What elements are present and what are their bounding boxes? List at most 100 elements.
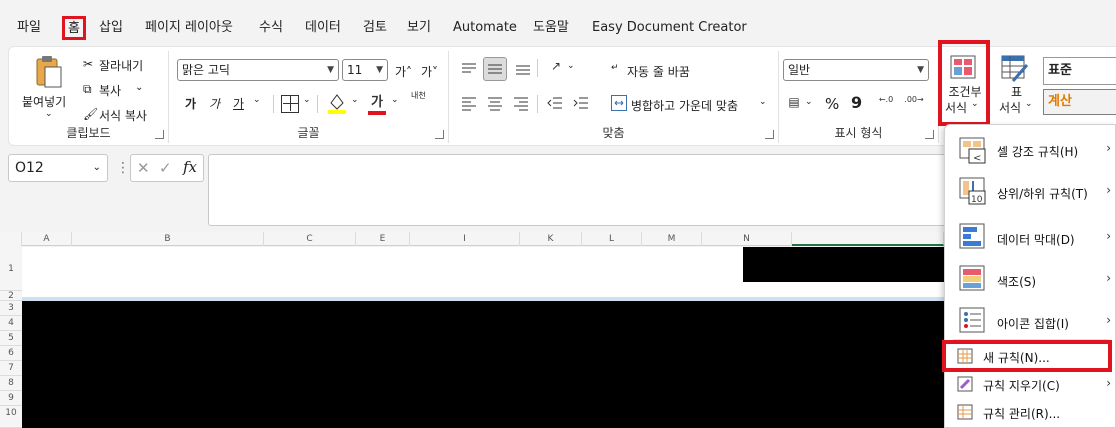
italic-button[interactable]: 가 bbox=[209, 95, 220, 112]
accounting-dropdown-icon[interactable]: ⌄ bbox=[805, 97, 813, 107]
orientation-dropdown-icon[interactable]: ⌄ bbox=[567, 61, 575, 71]
menu-item-icon-sets[interactable]: 아이콘 집합(I) › bbox=[945, 305, 1116, 339]
wrap-text-icon[interactable]: ↵ bbox=[611, 63, 619, 73]
row-header[interactable]: 7 bbox=[0, 361, 22, 376]
alignment-launcher-icon[interactable] bbox=[765, 130, 774, 139]
paste-dropdown-icon[interactable]: ⌄ bbox=[45, 109, 53, 119]
row-header[interactable]: 8 bbox=[0, 376, 22, 391]
insert-function-button[interactable]: fx bbox=[183, 158, 197, 176]
more-options-icon[interactable]: ⋮ bbox=[116, 160, 130, 176]
tab-insert[interactable]: 삽입 bbox=[99, 16, 123, 40]
border-dropdown-icon[interactable]: ⌄ bbox=[303, 95, 311, 105]
menu-item-clear-rules[interactable]: 규칙 지우기(C) › bbox=[945, 373, 1116, 397]
column-header[interactable]: I bbox=[410, 232, 520, 246]
name-box[interactable]: O12 ⌄ bbox=[8, 154, 108, 182]
menu-item-data-bars[interactable]: 데이터 막대(D) › bbox=[945, 221, 1116, 255]
paste-label[interactable]: 붙여넣기 bbox=[22, 93, 66, 110]
row-header[interactable]: 6 bbox=[0, 346, 22, 361]
tab-view[interactable]: 보기 bbox=[407, 16, 431, 40]
column-header[interactable]: B bbox=[72, 232, 264, 246]
percent-button[interactable]: % bbox=[825, 95, 839, 113]
shrink-font-button[interactable]: 가˅ bbox=[421, 63, 438, 80]
tab-data[interactable]: 데이터 bbox=[305, 16, 341, 40]
cancel-icon[interactable]: ✕ bbox=[137, 159, 150, 177]
row-header[interactable]: 2 bbox=[0, 291, 22, 301]
number-launcher-icon[interactable] bbox=[925, 130, 934, 139]
orientation-icon[interactable]: ↗ bbox=[545, 59, 567, 77]
column-header[interactable]: N bbox=[702, 232, 792, 246]
enter-icon[interactable]: ✓ bbox=[159, 159, 172, 177]
copy-dropdown-icon[interactable]: ⌄ bbox=[135, 82, 143, 93]
increase-indent-icon[interactable] bbox=[573, 95, 589, 111]
row-header[interactable]: 1 bbox=[0, 247, 22, 291]
cut-icon[interactable]: ✂ bbox=[83, 57, 93, 71]
copy-label[interactable]: 복사 bbox=[99, 82, 121, 99]
style-normal-cell[interactable]: 표준 bbox=[1043, 57, 1116, 85]
row-header[interactable]: 5 bbox=[0, 331, 22, 346]
format-painter-label[interactable]: 서식 복사 bbox=[99, 107, 147, 124]
underline-dropdown-icon[interactable]: ⌄ bbox=[253, 95, 261, 105]
underline-button[interactable]: 가 bbox=[233, 95, 244, 112]
row-header[interactable]: 9 bbox=[0, 391, 22, 406]
decrease-indent-icon[interactable] bbox=[547, 95, 563, 111]
align-middle-icon[interactable] bbox=[483, 57, 507, 81]
accounting-format-icon[interactable]: ▤ bbox=[785, 95, 803, 111]
select-all-corner[interactable] bbox=[0, 232, 22, 246]
sheet-cells[interactable] bbox=[22, 247, 944, 428]
format-painter-icon[interactable]: 🖌 bbox=[83, 107, 98, 121]
column-header-selected[interactable] bbox=[792, 232, 944, 246]
tab-formulas[interactable]: 수식 bbox=[259, 16, 283, 40]
paste-icon[interactable] bbox=[33, 55, 63, 91]
cut-label[interactable]: 잘라내기 bbox=[99, 57, 143, 74]
tab-automate[interactable]: Automate bbox=[453, 16, 517, 40]
grow-font-button[interactable]: 가˄ bbox=[395, 63, 412, 80]
menu-item-color-scales[interactable]: 색조(S) › bbox=[945, 263, 1116, 297]
number-format-select[interactable]: 일반 ▼ bbox=[783, 59, 929, 81]
font-name-select[interactable]: 맑은 고딕 ▼ bbox=[177, 59, 339, 81]
column-header[interactable]: M bbox=[642, 232, 702, 246]
style-calc-cell[interactable]: 계산 bbox=[1043, 89, 1116, 115]
column-header[interactable]: A bbox=[22, 232, 72, 246]
font-color-dropdown-icon[interactable]: ⌄ bbox=[391, 95, 399, 105]
decrease-decimal-icon[interactable]: .00→ bbox=[903, 95, 925, 113]
row-header[interactable]: 10 bbox=[0, 406, 22, 428]
comma-button[interactable]: 9 bbox=[851, 93, 862, 112]
tab-home[interactable]: 홈 bbox=[62, 16, 86, 40]
wrap-text-label[interactable]: 자동 줄 바꿈 bbox=[627, 63, 690, 80]
tab-easy-document-creator[interactable]: Easy Document Creator bbox=[592, 16, 747, 40]
tab-help[interactable]: 도움말 bbox=[533, 16, 569, 40]
align-top-icon[interactable] bbox=[461, 61, 477, 77]
column-header[interactable]: E bbox=[356, 232, 410, 246]
font-size-select[interactable]: 11 ▼ bbox=[342, 59, 388, 81]
menu-item-manage-rules[interactable]: 규칙 관리(R)... bbox=[945, 401, 1116, 425]
merge-center-icon[interactable] bbox=[611, 95, 627, 111]
column-header[interactable]: K bbox=[520, 232, 582, 246]
border-icon[interactable] bbox=[281, 95, 299, 113]
fill-color-icon[interactable] bbox=[327, 91, 347, 115]
column-header[interactable]: L bbox=[582, 232, 642, 246]
phonetic-button[interactable]: 내천 bbox=[411, 91, 429, 100]
font-color-icon[interactable]: 가 bbox=[367, 91, 387, 115]
align-right-icon[interactable] bbox=[513, 95, 529, 111]
tab-page-layout[interactable]: 페이지 레이아웃 bbox=[145, 16, 233, 40]
row-header[interactable]: 4 bbox=[0, 316, 22, 331]
copy-icon[interactable]: ⧉ bbox=[83, 82, 92, 97]
format-as-table-button[interactable]: 표 서식 ⌄ bbox=[993, 43, 1037, 133]
increase-decimal-icon[interactable]: ←.0 bbox=[875, 95, 897, 113]
column-header[interactable]: C bbox=[264, 232, 356, 246]
fill-color-dropdown-icon[interactable]: ⌄ bbox=[351, 95, 359, 105]
font-launcher-icon[interactable] bbox=[435, 130, 444, 139]
tab-review[interactable]: 검토 bbox=[363, 16, 387, 40]
tab-file[interactable]: 파일 bbox=[17, 16, 41, 40]
formula-input[interactable] bbox=[208, 154, 948, 226]
align-center-icon[interactable] bbox=[487, 95, 503, 111]
merge-dropdown-icon[interactable]: ⌄ bbox=[759, 97, 767, 107]
align-left-icon[interactable] bbox=[461, 95, 477, 111]
row-header[interactable]: 3 bbox=[0, 301, 22, 316]
bold-button[interactable]: 가 bbox=[185, 95, 196, 112]
align-bottom-icon[interactable] bbox=[515, 61, 531, 77]
clipboard-launcher-icon[interactable] bbox=[155, 130, 164, 139]
menu-item-top-bottom-rules[interactable]: 10 상위/하위 규칙(T) › bbox=[945, 175, 1116, 209]
menu-item-highlight-rules[interactable]: < 셀 강조 규칙(H) › bbox=[945, 135, 1116, 169]
merge-center-label[interactable]: 병합하고 가운데 맞춤 bbox=[631, 97, 738, 114]
